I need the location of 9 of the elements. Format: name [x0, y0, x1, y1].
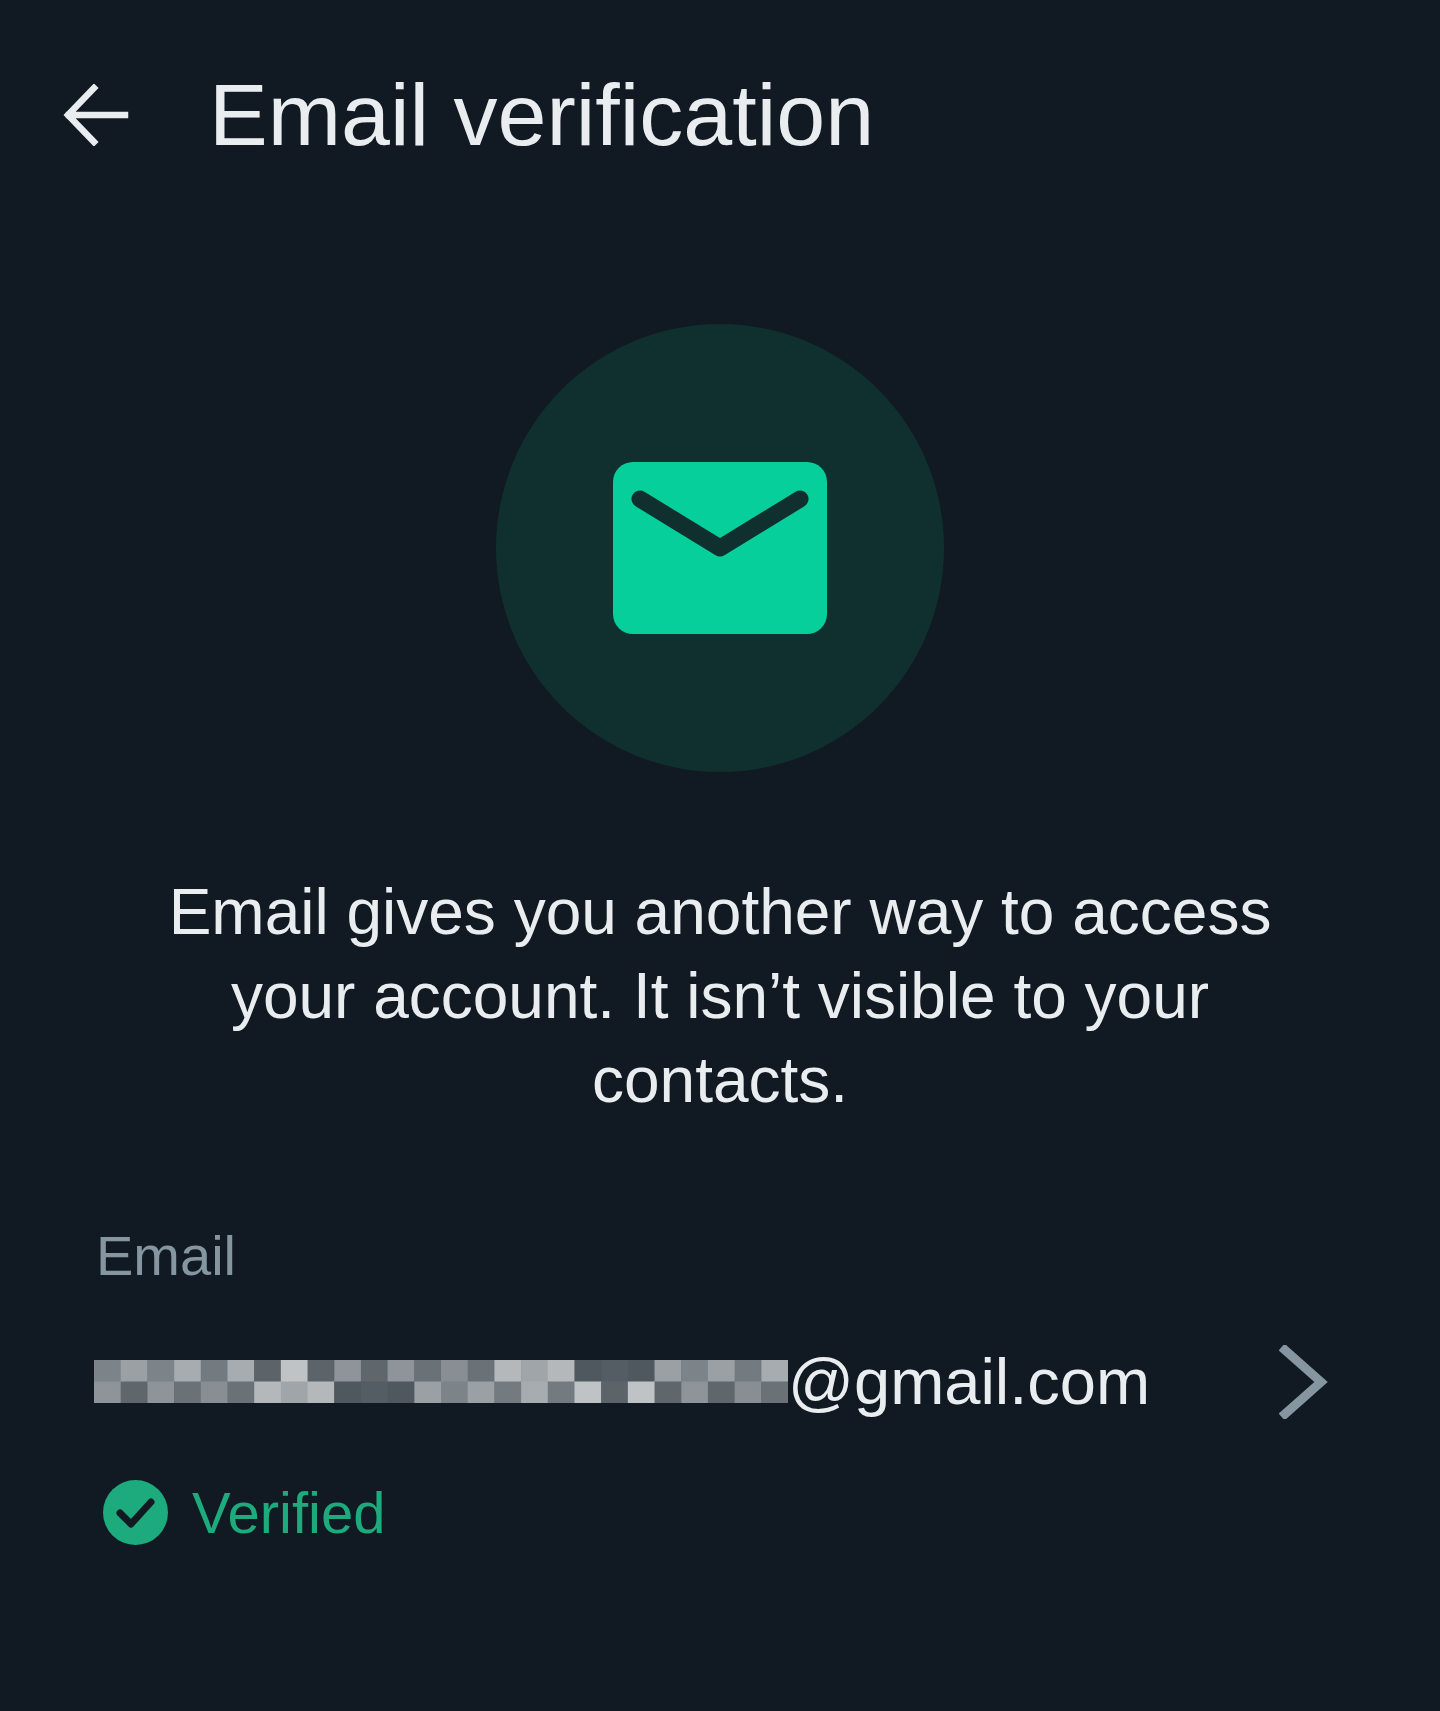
email-address: @gmail.com — [788, 1343, 1151, 1420]
chevron-right-icon[interactable] — [1279, 1344, 1328, 1419]
back-button[interactable] — [63, 83, 129, 146]
description-text: Email gives you another way to access your account. It isn’t visible to your contacts. — [167, 874, 1273, 1118]
page-title: Email verification — [209, 64, 875, 166]
envelope-icon — [613, 461, 827, 634]
status-text: Verified — [192, 1478, 386, 1547]
email-label: Email — [96, 1222, 237, 1289]
back-arrow-icon — [63, 83, 129, 146]
